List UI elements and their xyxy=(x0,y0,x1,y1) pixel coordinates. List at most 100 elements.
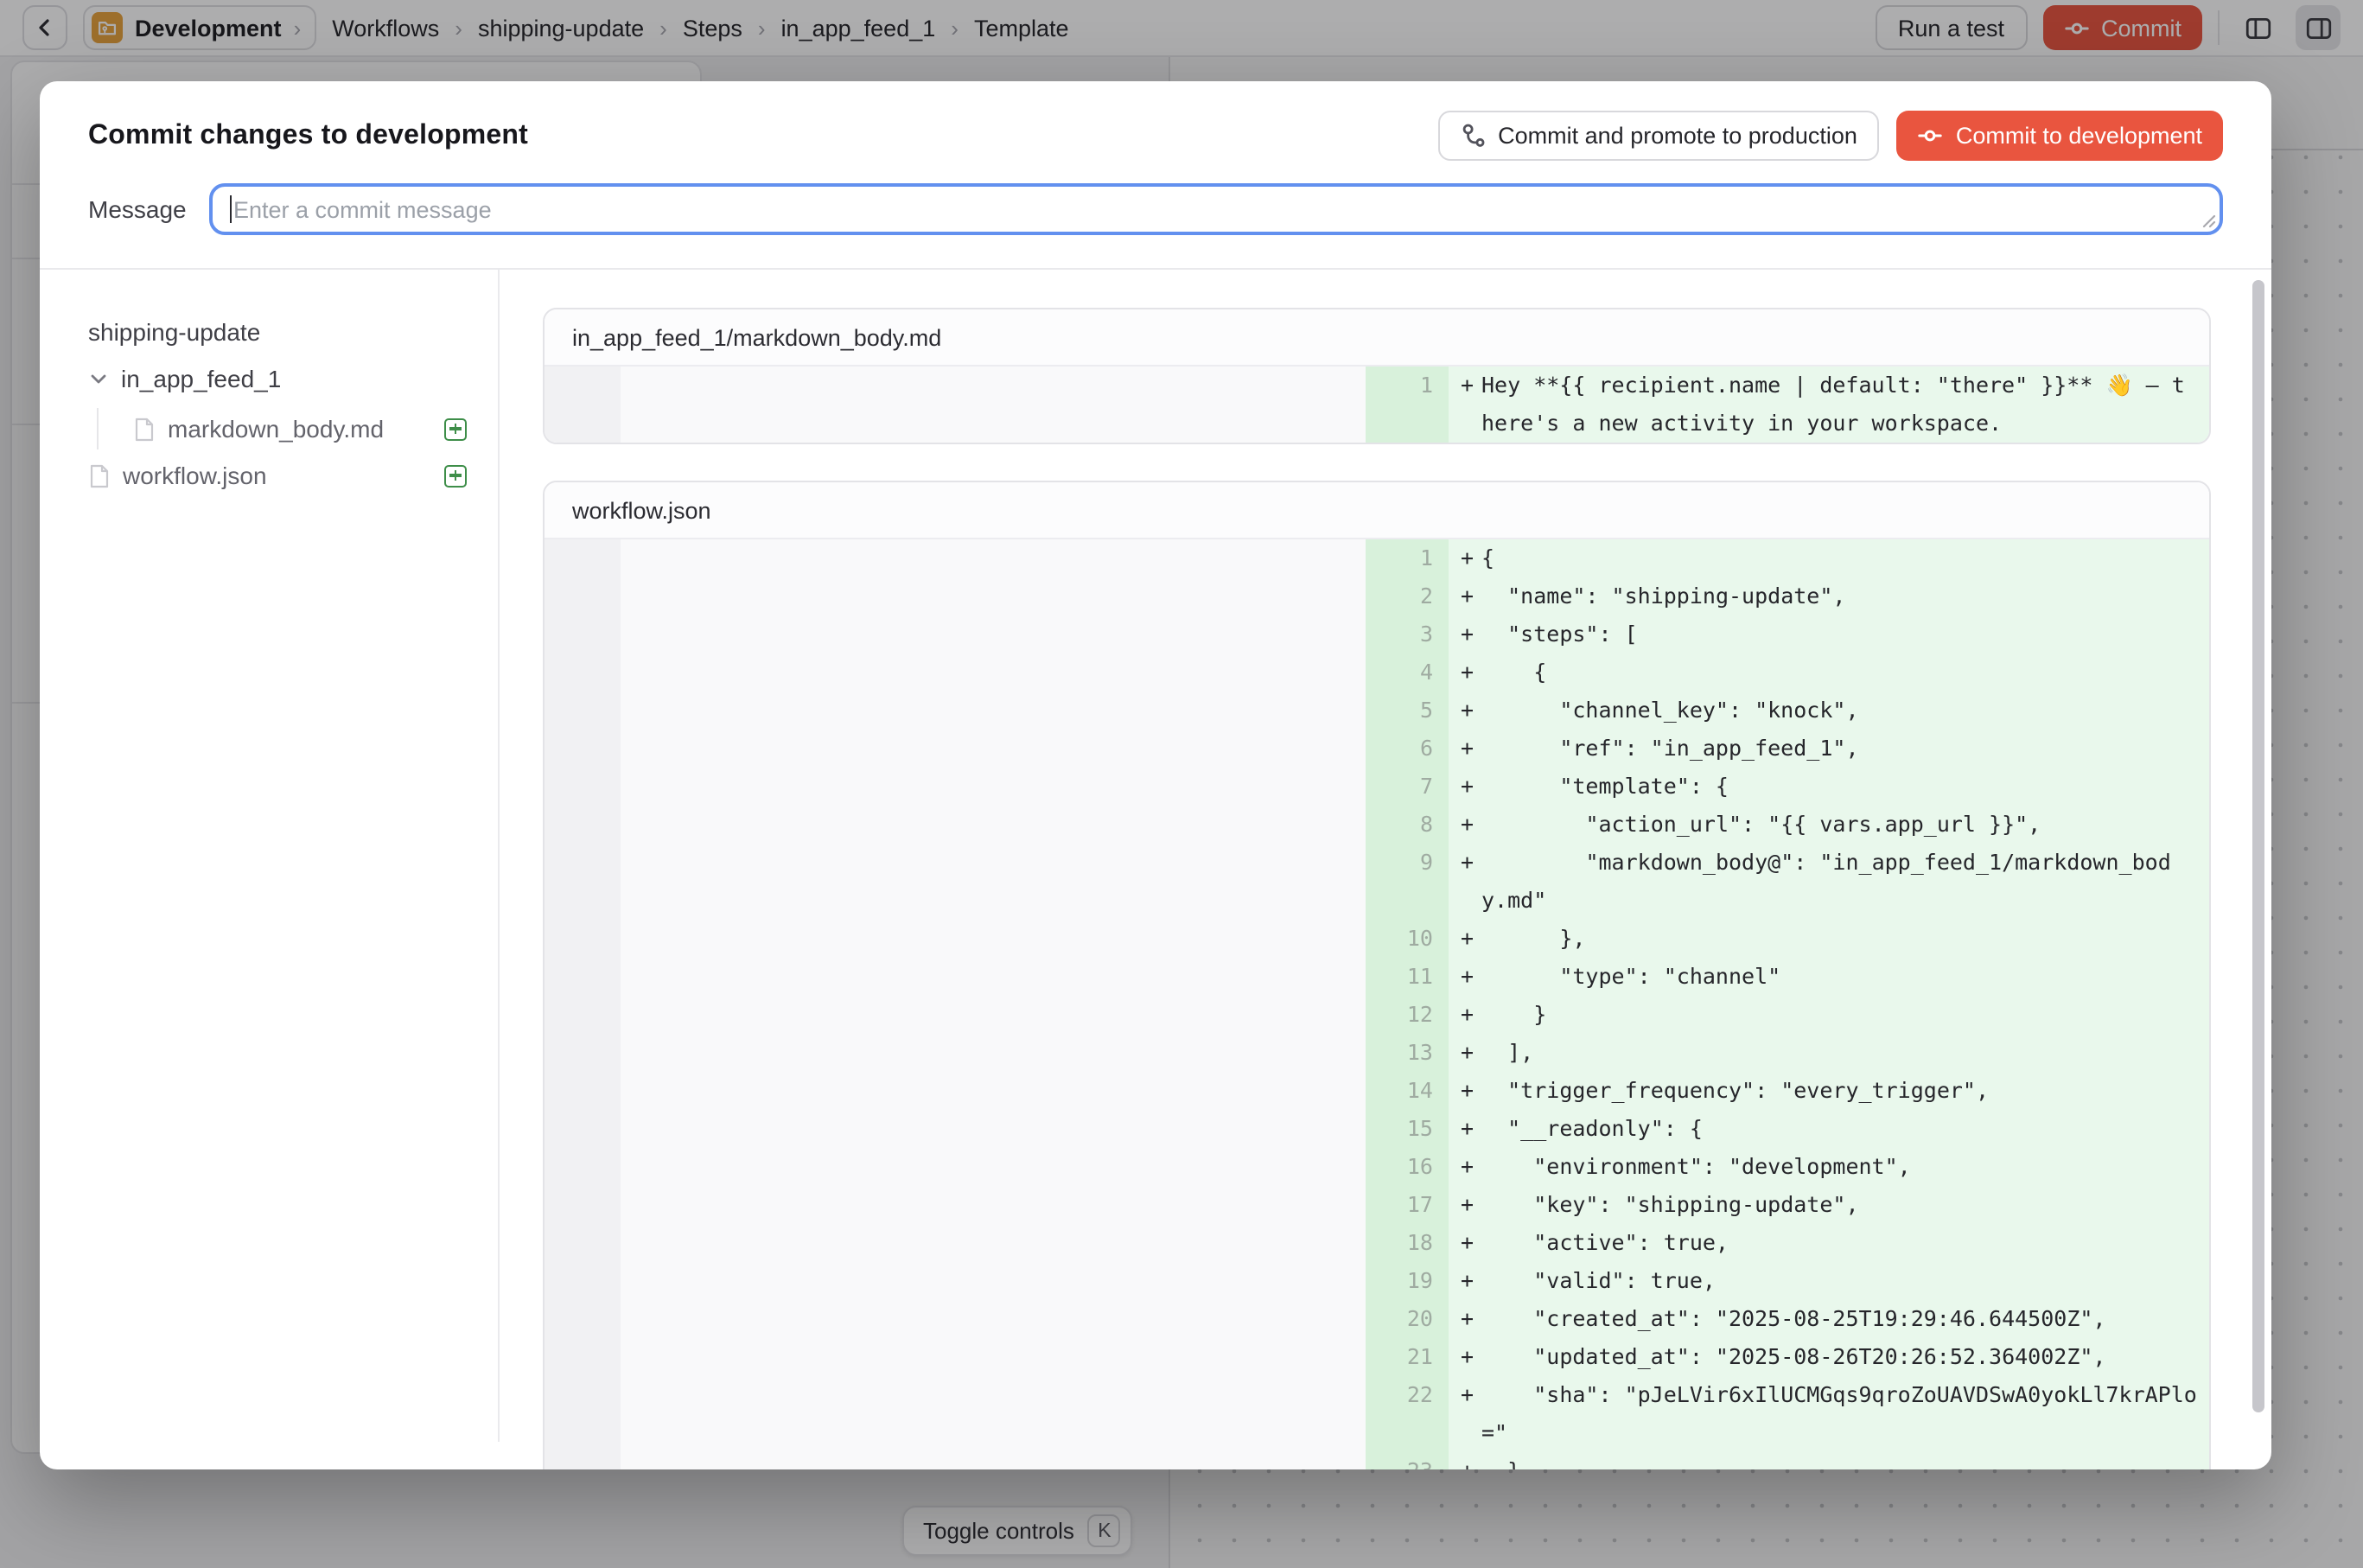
plus-sign: + xyxy=(1449,653,1481,692)
new-line-number: 1 xyxy=(1366,367,1449,443)
new-line-number: 5 xyxy=(1366,692,1449,730)
code-text: } xyxy=(1481,996,2197,1034)
tree-root-workflow[interactable]: shipping-update xyxy=(88,318,467,346)
tree-folder-label: in_app_feed_1 xyxy=(121,365,281,392)
added-line: + "trigger_frequency": "every_trigger", xyxy=(1449,1072,2209,1110)
new-line-number: 4 xyxy=(1366,653,1449,692)
diff-row: 10+ }, xyxy=(545,920,2209,958)
diff-row: 18+ "active": true, xyxy=(545,1224,2209,1262)
new-line-number: 17 xyxy=(1366,1186,1449,1224)
plus-sign: + xyxy=(1449,1262,1481,1300)
plus-sign: + xyxy=(1449,844,1481,882)
code-text: "valid": true, xyxy=(1481,1262,2197,1300)
commit-and-promote-button[interactable]: Commit and promote to production xyxy=(1437,111,1880,161)
new-line-number: 9 xyxy=(1366,844,1449,920)
diff-row: 12+ } xyxy=(545,996,2209,1034)
diff-file-header: workflow.json xyxy=(545,482,2209,539)
dialog-title: Commit changes to development xyxy=(88,120,528,151)
tree-folder-step[interactable]: in_app_feed_1 xyxy=(88,365,467,392)
code-text: }, xyxy=(1481,920,2197,958)
text-caret xyxy=(230,195,232,223)
added-status-badge xyxy=(444,417,467,440)
added-line: + "type": "channel" xyxy=(1449,958,2209,996)
old-side-gutter xyxy=(545,1034,621,1072)
commit-to-development-button[interactable]: Commit to development xyxy=(1897,111,2223,161)
new-line-number: 2 xyxy=(1366,577,1449,615)
new-line-number: 1 xyxy=(1366,539,1449,577)
code-text: { xyxy=(1481,539,2197,577)
old-side-gutter xyxy=(545,1148,621,1186)
diff-lines: 1+{2+ "name": "shipping-update",3+ "step… xyxy=(545,539,2209,1469)
tree-file-markdown-body[interactable]: markdown_body.md xyxy=(133,408,467,449)
message-placeholder: Enter a commit message xyxy=(233,196,492,222)
new-line-number: 16 xyxy=(1366,1148,1449,1186)
diff-card-workflow-json: workflow.json 1+{2+ "name": "shipping-up… xyxy=(543,481,2211,1469)
commit-message-input[interactable]: Enter a commit message xyxy=(209,183,2223,235)
plus-sign: + xyxy=(1449,577,1481,615)
message-label: Message xyxy=(88,195,209,223)
code-text: "trigger_frequency": "every_trigger", xyxy=(1481,1072,2197,1110)
diff-row: 2+ "name": "shipping-update", xyxy=(545,577,2209,615)
new-line-number: 23 xyxy=(1366,1452,1449,1469)
old-side-empty xyxy=(621,1072,1366,1110)
new-line-number: 13 xyxy=(1366,1034,1449,1072)
diff-file-header: in_app_feed_1/markdown_body.md xyxy=(545,309,2209,367)
old-side-gutter xyxy=(545,615,621,653)
diff-row: 19+ "valid": true, xyxy=(545,1262,2209,1300)
old-side-gutter xyxy=(545,1300,621,1338)
diff-row: 9+ "markdown_body@": "in_app_feed_1/mark… xyxy=(545,844,2209,920)
old-side-empty xyxy=(621,1300,1366,1338)
old-side-gutter xyxy=(545,1338,621,1376)
changed-files-tree: shipping-update in_app_feed_1 markdown_b… xyxy=(40,270,498,1469)
old-side-gutter xyxy=(545,996,621,1034)
commit-and-promote-label: Commit and promote to production xyxy=(1498,123,1857,149)
old-side-empty xyxy=(621,1338,1366,1376)
file-icon xyxy=(88,462,111,488)
resize-grip-icon[interactable] xyxy=(2199,211,2216,228)
added-line: + "created_at": "2025-08-25T19:29:46.644… xyxy=(1449,1300,2209,1338)
plus-sign: + xyxy=(1449,367,1481,405)
new-line-number: 6 xyxy=(1366,730,1449,768)
added-line: + "sha": "pJeLVir6xIlUCMGqs9qroZoUAVDSwA… xyxy=(1449,1376,2209,1452)
tree-diff-divider xyxy=(498,270,500,1442)
code-text: ], xyxy=(1481,1034,2197,1072)
diff-row: 23+ } xyxy=(545,1452,2209,1469)
plus-sign: + xyxy=(1449,730,1481,768)
plus-sign: + xyxy=(1449,1376,1481,1414)
added-line: + ], xyxy=(1449,1034,2209,1072)
modal-scrollbar-thumb[interactable] xyxy=(2252,280,2264,1412)
new-line-number: 10 xyxy=(1366,920,1449,958)
plus-sign: + xyxy=(1449,1338,1481,1376)
old-side-gutter xyxy=(545,806,621,844)
old-side-empty xyxy=(621,1034,1366,1072)
plus-sign: + xyxy=(1449,996,1481,1034)
plus-sign: + xyxy=(1449,1300,1481,1338)
diff-row: 5+ "channel_key": "knock", xyxy=(545,692,2209,730)
added-line: + "active": true, xyxy=(1449,1224,2209,1262)
code-text: { xyxy=(1481,653,2197,692)
old-side-empty xyxy=(621,920,1366,958)
code-text: "ref": "in_app_feed_1", xyxy=(1481,730,2197,768)
plus-sign: + xyxy=(1449,1224,1481,1262)
old-side-gutter xyxy=(545,958,621,996)
added-line: + "channel_key": "knock", xyxy=(1449,692,2209,730)
new-line-number: 8 xyxy=(1366,806,1449,844)
old-side-gutter xyxy=(545,768,621,806)
plus-sign: + xyxy=(1449,1186,1481,1224)
new-line-number: 14 xyxy=(1366,1072,1449,1110)
file-icon xyxy=(133,416,156,442)
diff-file-name: workflow.json xyxy=(572,497,711,523)
old-side-empty xyxy=(621,996,1366,1034)
code-text: "key": "shipping-update", xyxy=(1481,1186,2197,1224)
old-side-gutter xyxy=(545,1224,621,1262)
plus-sign: + xyxy=(1449,958,1481,996)
added-line: + "environment": "development", xyxy=(1449,1148,2209,1186)
old-side-gutter xyxy=(545,577,621,615)
added-line: + "__readonly": { xyxy=(1449,1110,2209,1148)
code-text: "updated_at": "2025-08-26T20:26:52.36400… xyxy=(1481,1338,2197,1376)
code-text: "environment": "development", xyxy=(1481,1148,2197,1186)
old-side-empty xyxy=(621,577,1366,615)
diff-pane: in_app_feed_1/markdown_body.md 1+Hey **{… xyxy=(498,270,2271,1469)
diff-row: 22+ "sha": "pJeLVir6xIlUCMGqs9qroZoUAVDS… xyxy=(545,1376,2209,1452)
tree-file-workflow-json[interactable]: workflow.json xyxy=(88,455,467,496)
